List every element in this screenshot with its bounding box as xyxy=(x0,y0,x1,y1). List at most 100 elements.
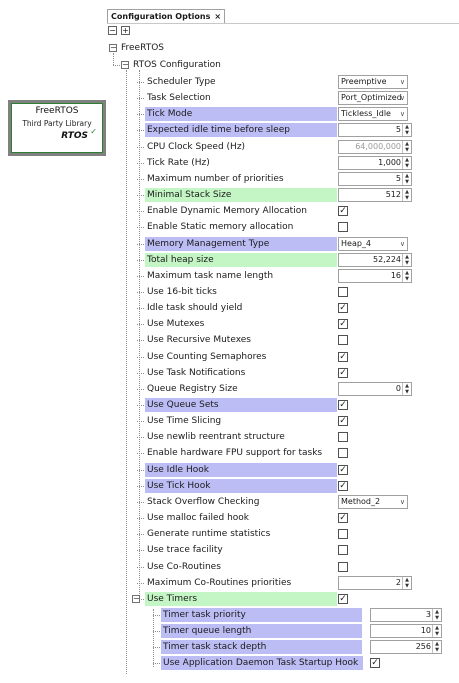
spinner-total-heap-size[interactable]: 52,224 ▲ ▼ xyxy=(338,252,412,267)
label-scheduler-type: Scheduler Type xyxy=(147,77,216,87)
label-timer-queue-length: Timer queue length xyxy=(161,624,362,639)
checkbox-use-16-bit-ticks[interactable] xyxy=(338,286,348,297)
label-enable-dynamic-memory-allocation: Enable Dynamic Memory Allocation xyxy=(147,206,307,217)
checkbox-use-mutexes[interactable]: ✓ xyxy=(338,319,348,330)
check-icon: ✓ xyxy=(339,513,347,524)
label-use-co-routines: Use Co-Routines xyxy=(147,561,221,572)
checkbox-use-counting-semaphores[interactable]: ✓ xyxy=(338,351,348,362)
spinner-cpu-clock-speed-hz: 64,000,000 ▲ ▼ xyxy=(338,139,412,154)
dropdown-task-selection[interactable]: Port_Optimized ∨ xyxy=(338,91,408,106)
checkbox-use-malloc-failed-hook[interactable]: ✓ xyxy=(338,513,348,524)
tree-connector xyxy=(153,663,160,665)
config-row-cpu-clock-speed-hz: CPU Clock Speed (Hz) 64,000,000 ▲ ▼ xyxy=(0,139,459,155)
label-generate-runtime-statistics: Generate runtime statistics xyxy=(147,529,271,540)
config-row-use-newlib-reentrant-structure: Use newlib reentrant structure xyxy=(0,429,459,445)
spin-arrows-icon[interactable]: ▲ ▼ xyxy=(402,576,411,589)
spinner-timer-task-stack-depth[interactable]: 256 ▲ ▼ xyxy=(370,640,442,655)
checkbox-use-time-slicing[interactable]: ✓ xyxy=(338,416,348,427)
config-row-use-idle-hook: Use Idle Hook ✓ xyxy=(0,462,459,478)
checkbox-use-timers[interactable]: ✓ xyxy=(338,593,348,604)
spinner-maximum-task-name-length[interactable]: 16 ▲ ▼ xyxy=(338,268,412,283)
spin-arrows-icon[interactable]: ▲ ▼ xyxy=(402,124,411,137)
checkbox-enable-static-memory-allocation[interactable] xyxy=(338,222,348,233)
dropdown-value: Port_Optimized xyxy=(341,93,402,103)
dropdown-value: Heap_4 xyxy=(341,238,372,248)
spinner-value: 16 xyxy=(390,270,401,280)
check-icon: ✓ xyxy=(339,206,347,217)
checkbox-enable-hardware-fpu-support-for-tasks[interactable] xyxy=(338,448,348,459)
spinner-tick-rate-hz[interactable]: 1,000 ▲ ▼ xyxy=(338,155,412,170)
checkbox-use-task-notifications[interactable]: ✓ xyxy=(338,367,348,378)
collapse-icon[interactable]: − xyxy=(121,61,129,69)
spin-arrows-icon[interactable]: ▲ ▼ xyxy=(432,625,441,638)
collapse-icon[interactable]: − xyxy=(132,594,140,603)
spinner-maximum-co-routines-priorities[interactable]: 2 ▲ ▼ xyxy=(338,575,412,590)
tree-connector xyxy=(137,98,144,100)
checkbox-use-tick-hook[interactable]: ✓ xyxy=(338,480,348,491)
config-row-task-selection: Task Selection Port_Optimized ∨ xyxy=(0,90,459,106)
spin-arrows-icon[interactable]: ▲ ▼ xyxy=(402,172,411,185)
check-icon: ✓ xyxy=(339,351,347,362)
tree-node-rtos-configuration[interactable]: RTOS Configuration xyxy=(133,59,221,72)
tree-connector xyxy=(137,114,144,116)
spin-arrows-icon[interactable]: ▲ ▼ xyxy=(402,382,411,395)
checkbox-generate-runtime-statistics[interactable] xyxy=(338,529,348,540)
collapse-icon[interactable]: − xyxy=(109,44,117,52)
label-use-mutexes: Use Mutexes xyxy=(147,319,205,330)
chevron-down-icon: ∨ xyxy=(399,94,405,103)
checkbox-use-trace-facility[interactable] xyxy=(338,545,348,556)
config-row-enable-hardware-fpu-support-for-tasks: Enable hardware FPU support for tasks xyxy=(0,445,459,461)
spinner-timer-task-priority[interactable]: 3 ▲ ▼ xyxy=(370,607,442,622)
config-row-queue-registry-size: Queue Registry Size 0 ▲ ▼ xyxy=(0,381,459,397)
config-row-enable-static-memory-allocation: Enable Static memory allocation xyxy=(0,219,459,235)
tree-connector xyxy=(137,243,144,245)
spinner-minimal-stack-size[interactable]: 512 ▲ ▼ xyxy=(338,188,412,203)
tab-configuration-options[interactable]: Configuration Options × xyxy=(107,9,226,23)
tree-connector xyxy=(137,566,144,568)
check-icon: ✓ xyxy=(339,480,347,491)
expand-all-button[interactable]: + xyxy=(121,26,130,35)
config-row-use-malloc-failed-hook: Use malloc failed hook ✓ xyxy=(0,510,459,526)
tree-connector xyxy=(137,518,144,520)
tree-root-freertos[interactable]: FreeRTOS xyxy=(121,42,164,55)
config-row-timer-task-priority: Timer task priority 3 ▲ ▼ xyxy=(0,607,459,623)
tab-label: Configuration Options xyxy=(111,12,211,21)
spinner-value: 1,000 xyxy=(378,157,401,167)
spinner-timer-queue-length[interactable]: 10 ▲ ▼ xyxy=(370,624,442,639)
label-use-idle-hook: Use Idle Hook xyxy=(145,462,337,477)
checkbox-use-queue-sets[interactable]: ✓ xyxy=(338,400,348,410)
checkbox-use-newlib-reentrant-structure[interactable] xyxy=(338,432,348,443)
dropdown-value: Method_2 xyxy=(341,496,381,506)
config-row-use-tick-hook: Use Tick Hook ✓ xyxy=(0,478,459,494)
close-icon[interactable]: × xyxy=(214,12,221,21)
checkbox-use-idle-hook[interactable]: ✓ xyxy=(338,464,348,475)
tree-connector xyxy=(137,227,144,229)
checkbox-use-recursive-mutexes[interactable] xyxy=(338,335,348,346)
spin-arrows-icon[interactable]: ▲ ▼ xyxy=(402,269,411,282)
spinner-value: 52,224 xyxy=(373,254,401,264)
spinner-maximum-number-of-priorities[interactable]: 5 ▲ ▼ xyxy=(338,171,412,186)
spin-arrows-icon[interactable]: ▲ ▼ xyxy=(402,189,411,202)
spin-arrows-icon[interactable]: ▲ ▼ xyxy=(402,156,411,169)
spinner-value: 512 xyxy=(385,190,401,200)
spin-arrows-icon[interactable]: ▲ ▼ xyxy=(402,253,411,266)
dropdown-memory-management-type[interactable]: Heap_4 ∨ xyxy=(338,236,408,251)
dropdown-stack-overflow-checking[interactable]: Method_2 ∨ xyxy=(338,494,408,509)
spinner-queue-registry-size[interactable]: 0 ▲ ▼ xyxy=(338,381,412,396)
spinner-value: 5 xyxy=(395,173,401,183)
label-use-malloc-failed-hook: Use malloc failed hook xyxy=(147,513,249,524)
check-icon: ✓ xyxy=(339,367,347,378)
spin-arrows-icon[interactable]: ▲ ▼ xyxy=(432,641,441,654)
checkbox-idle-task-should-yield[interactable]: ✓ xyxy=(338,303,348,314)
checkbox-use-co-routines[interactable] xyxy=(338,561,348,572)
label-use-16-bit-ticks: Use 16-bit ticks xyxy=(147,286,217,297)
collapse-all-button[interactable]: − xyxy=(108,26,117,35)
label-use-task-notifications: Use Task Notifications xyxy=(147,367,246,378)
dropdown-tick-mode[interactable]: Tickless_Idle ∨ xyxy=(338,107,408,122)
checkbox-enable-dynamic-memory-allocation[interactable]: ✓ xyxy=(338,206,348,217)
checkbox-use-application-daemon-task-startup-hook[interactable]: ✓ xyxy=(370,658,380,669)
spin-arrows-icon[interactable]: ▲ ▼ xyxy=(432,608,441,621)
spinner-expected-idle-time-before-sleep[interactable]: 5 ▲ ▼ xyxy=(338,123,412,138)
dropdown-scheduler-type[interactable]: Preemptive ∨ xyxy=(338,75,408,89)
spin-arrows-icon[interactable]: ▲ ▼ xyxy=(402,140,411,153)
